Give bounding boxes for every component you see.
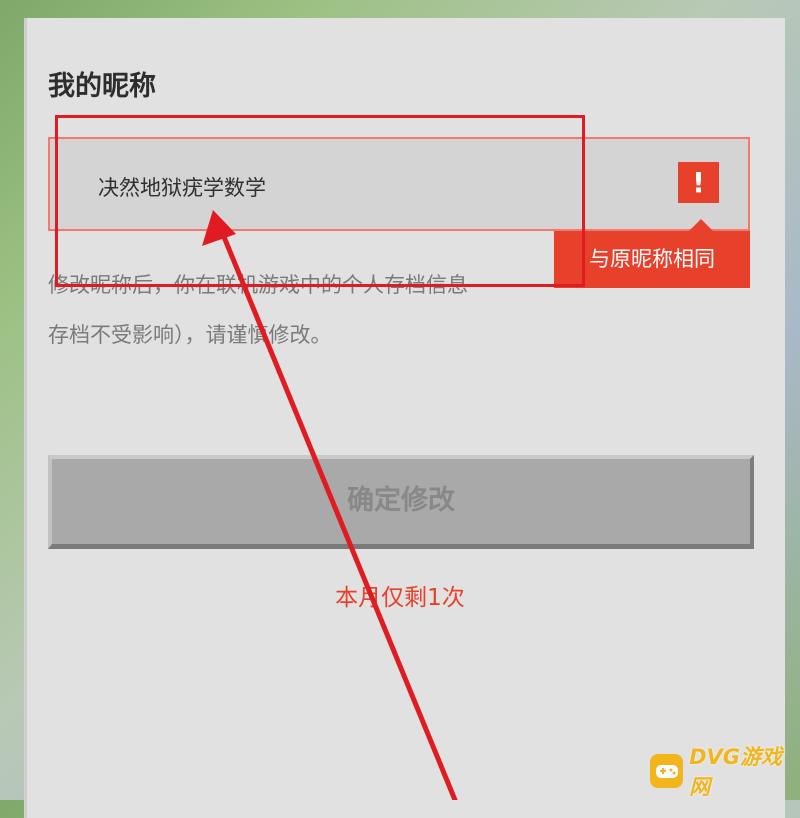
description-line-1: 修改昵称后，你在联机游戏中的个人存档信息 — [48, 273, 468, 297]
watermark-text: DVG游戏网 — [689, 745, 783, 799]
nickname-description: 修改昵称后，你在联机游戏中的个人存档信息 存档不受影响），请谨慎修改。 — [48, 260, 568, 360]
error-tooltip: 与原昵称相同 — [554, 231, 750, 288]
warning-icon[interactable]: ! — [678, 162, 719, 203]
nickname-input-value[interactable]: 决然地狱疣学数学 — [98, 172, 266, 202]
watermark: DVG游戏网 — [650, 745, 800, 799]
tooltip-arrow — [689, 219, 713, 231]
remaining-count-text: 本月仅剩1次 — [335, 585, 465, 611]
confirm-button[interactable]: 确定修改 — [48, 455, 754, 549]
dialog-title: 我的昵称 — [48, 71, 156, 102]
description-line-2: 存档不受影响），请谨慎修改。 — [48, 323, 332, 347]
gamepad-icon — [650, 754, 684, 788]
